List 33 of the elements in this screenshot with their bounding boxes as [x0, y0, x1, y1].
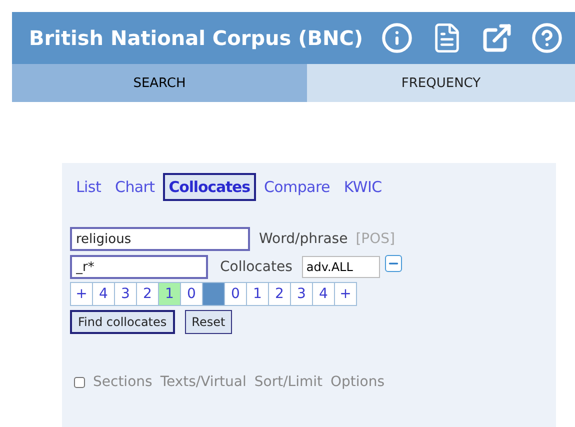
word-field[interactable]: religious	[70, 227, 250, 251]
mode-link[interactable]: Compare	[258, 173, 336, 201]
span-cell[interactable]: 0	[224, 282, 247, 306]
span-cell[interactable]: 3	[290, 282, 313, 306]
mode-link[interactable]: List	[70, 173, 108, 201]
word-label: Word/phrase	[259, 231, 348, 247]
span-cell[interactable]: 3	[114, 282, 137, 306]
span-cell[interactable]: 2	[136, 282, 159, 306]
span-cell[interactable]: 0	[180, 282, 203, 306]
tab[interactable]: FREQUENCY	[307, 64, 575, 102]
collocate-field[interactable]: _r*	[70, 255, 208, 279]
span-cell[interactable]	[202, 282, 225, 306]
sections-checkbox[interactable]	[74, 376, 85, 388]
remove-button[interactable]	[385, 255, 402, 272]
span-cell[interactable]: 1	[246, 282, 269, 306]
info-icon[interactable]	[381, 22, 414, 54]
mode-link[interactable]: Chart	[109, 173, 161, 201]
span-cell[interactable]: +	[70, 282, 93, 306]
tab[interactable]: SEARCH	[12, 64, 307, 102]
external-link-icon[interactable]	[481, 22, 514, 54]
mode-link[interactable]: Collocates	[162, 173, 256, 201]
app-title: British National Corpus (BNC)	[29, 26, 364, 50]
span-cell[interactable]: 2	[268, 282, 291, 306]
collocates-label: Collocates	[220, 259, 292, 275]
span-cell[interactable]: 4	[92, 282, 115, 306]
mode-link[interactable]: KWIC	[338, 173, 388, 201]
span-cell[interactable]: 4	[312, 282, 335, 306]
span-cell[interactable]: +	[334, 282, 357, 306]
find-button[interactable]: Find collocates	[70, 310, 175, 334]
pos-field[interactable]: adv.ALL	[302, 256, 380, 278]
span-cell[interactable]: 1	[158, 282, 181, 306]
reset-button[interactable]: Reset	[184, 310, 232, 334]
help-icon[interactable]	[531, 22, 564, 54]
